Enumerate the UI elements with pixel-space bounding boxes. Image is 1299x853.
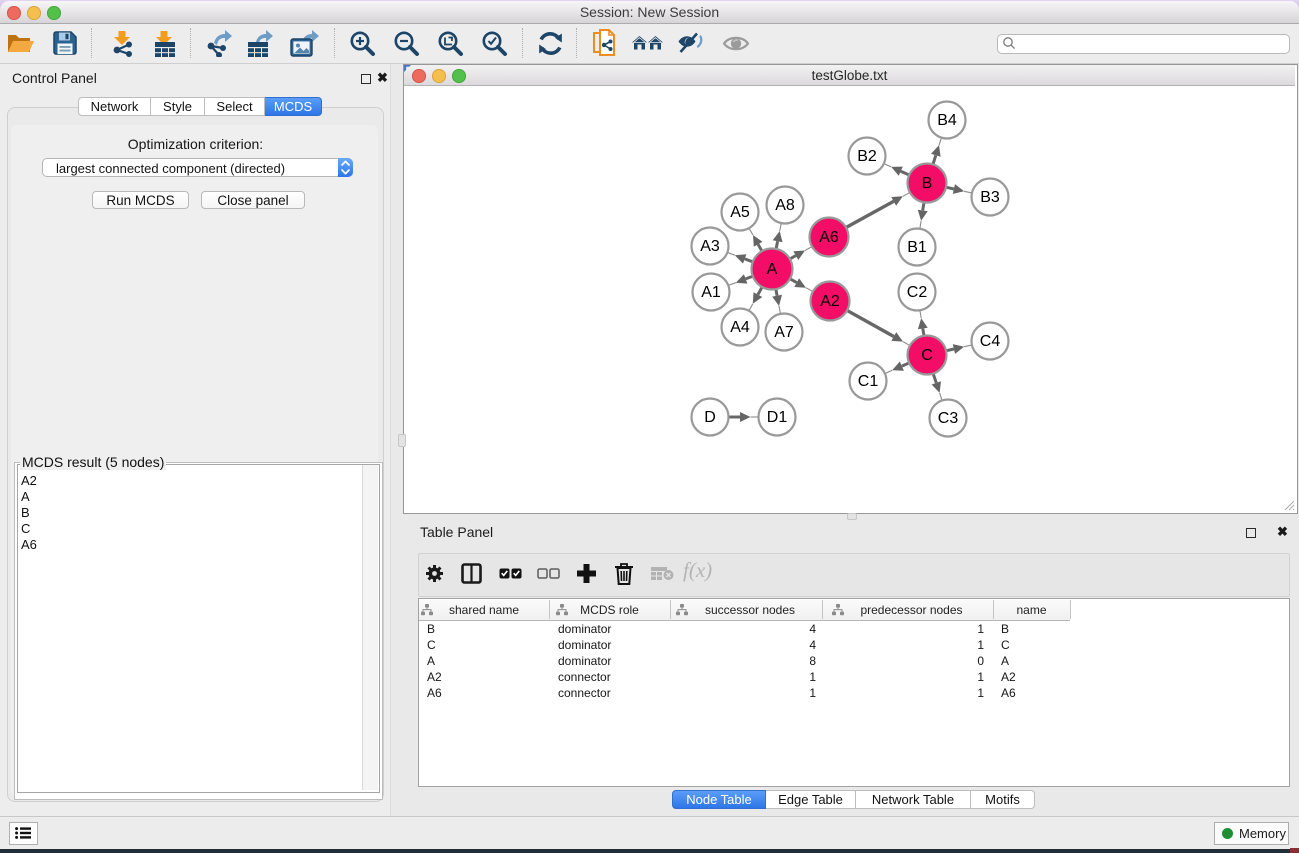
svg-text:A4: A4 [730,319,750,336]
svg-text:A7: A7 [774,324,794,341]
svg-text:C: C [921,347,933,364]
svg-text:A8: A8 [775,197,795,214]
svg-text:C3: C3 [938,410,959,427]
svg-text:D1: D1 [767,409,788,426]
svg-text:D: D [704,409,716,426]
svg-text:B4: B4 [937,112,957,129]
svg-text:A5: A5 [730,204,750,221]
svg-text:A: A [767,261,778,278]
svg-text:C1: C1 [858,373,879,390]
svg-text:B2: B2 [857,148,877,165]
svg-text:A1: A1 [701,284,721,301]
svg-text:B: B [922,175,933,192]
svg-text:C2: C2 [907,284,928,301]
svg-text:A2: A2 [820,293,840,310]
svg-text:B1: B1 [907,239,927,256]
svg-text:A3: A3 [700,238,720,255]
svg-text:A6: A6 [819,229,839,246]
svg-text:C4: C4 [980,333,1001,350]
svg-text:B3: B3 [980,189,1000,206]
